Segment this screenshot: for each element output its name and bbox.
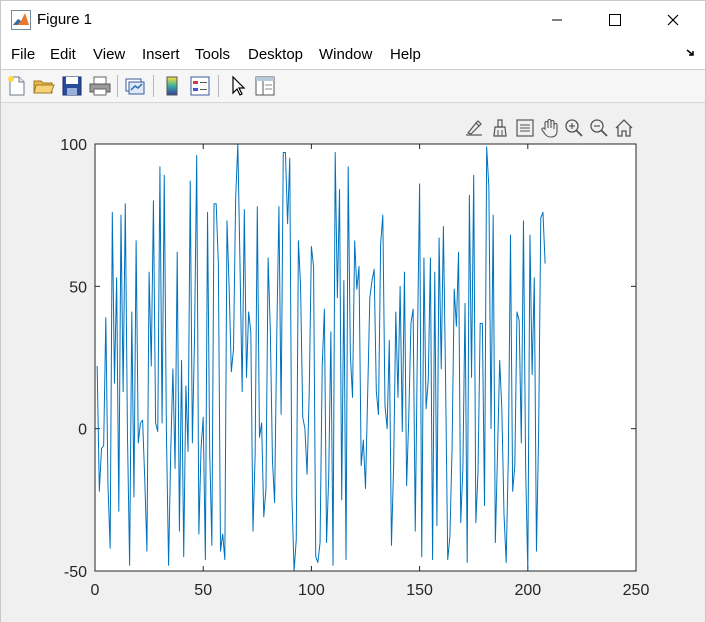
plot-axes[interactable]: 0 50 100 150 200 250 -50050100 [1, 1, 705, 621]
x-tick-label: 200 [514, 582, 541, 599]
x-tick-label: 150 [406, 582, 433, 599]
figure-window: Figure 1 File Edit View Insert Tools Des… [0, 0, 706, 622]
y-tick-label: 50 [69, 279, 87, 296]
y-tick-label: 100 [60, 137, 87, 154]
y-tick-label: 0 [78, 422, 87, 439]
x-tick-label: 0 [91, 582, 100, 599]
x-tick-label: 250 [623, 582, 650, 599]
y-tick-label: -50 [64, 564, 87, 581]
x-tick-label: 100 [298, 582, 325, 599]
x-tick-label: 50 [194, 582, 212, 599]
